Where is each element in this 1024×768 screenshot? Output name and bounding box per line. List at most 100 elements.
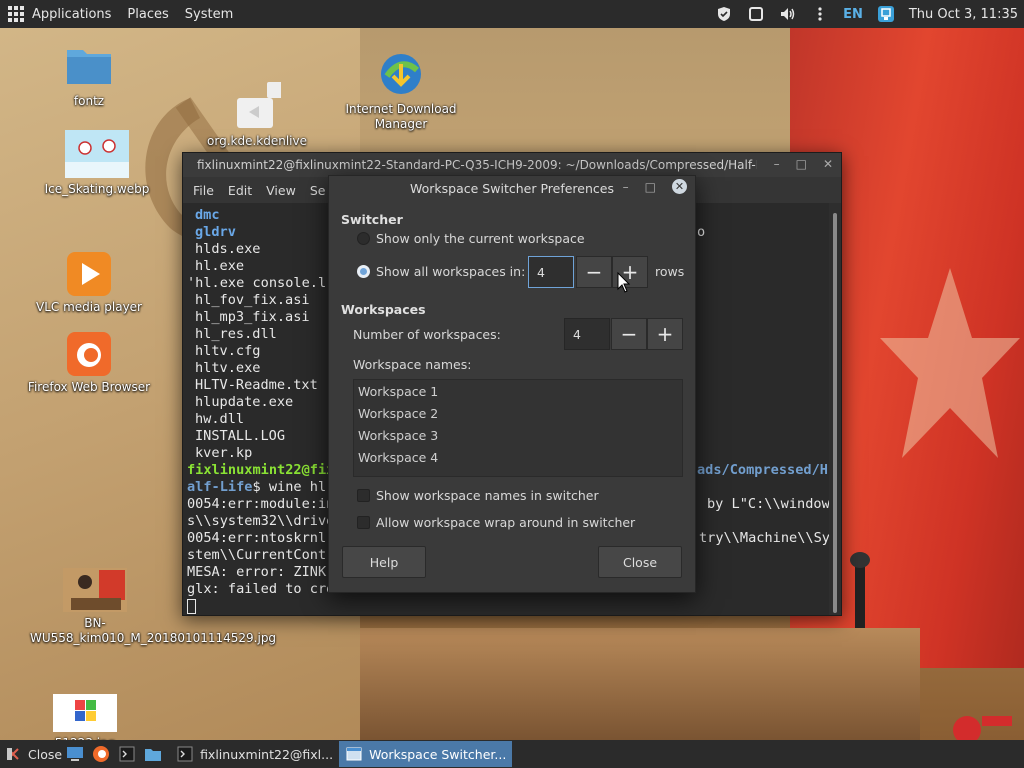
terminal-cursor-line bbox=[187, 598, 825, 615]
desktop-icon-idm[interactable]: Internet Download Manager bbox=[336, 50, 466, 132]
firefox-icon bbox=[67, 332, 111, 376]
terminal-scrollbar[interactable] bbox=[833, 213, 837, 761]
taskbar-close-label: Close bbox=[28, 746, 63, 762]
checkbox[interactable] bbox=[357, 489, 370, 502]
terminal-icon[interactable] bbox=[118, 745, 136, 763]
taskbar-window-terminal[interactable]: fixlinuxmint22@fixl... bbox=[170, 741, 339, 767]
checkbox-show-names[interactable]: Show workspace names in switcher bbox=[357, 488, 599, 503]
window-icon bbox=[345, 745, 363, 763]
folder-icon bbox=[67, 50, 111, 84]
system-menu[interactable]: System bbox=[177, 0, 241, 28]
menu-search[interactable]: Se bbox=[310, 183, 326, 198]
radio-label: Show all workspaces in: bbox=[376, 264, 526, 279]
applications-menu[interactable]: Applications bbox=[0, 0, 119, 28]
kebab-menu-icon[interactable] bbox=[811, 5, 829, 23]
maximize-icon[interactable]: □ bbox=[645, 180, 656, 194]
desktop-icon-firefox[interactable]: Firefox Web Browser bbox=[24, 332, 154, 395]
wallpaper-watermark bbox=[953, 716, 1012, 740]
scrollbar-thumb[interactable] bbox=[833, 213, 837, 613]
close-button[interactable]: Close bbox=[598, 546, 682, 578]
radio-show-all[interactable]: Show all workspaces in: bbox=[357, 264, 525, 279]
taskbar: Close fixlinuxmint22@fixl... Workspace S… bbox=[0, 740, 1024, 768]
file-icon bbox=[237, 82, 281, 128]
desktop-icon-ice-skating[interactable]: Ice_Skating.webp bbox=[32, 130, 162, 197]
terminal-window-controls: – □ ✕ bbox=[774, 157, 833, 171]
maximize-icon[interactable]: □ bbox=[796, 157, 807, 171]
image-thumbnail-icon bbox=[53, 694, 117, 732]
dialog-titlebar[interactable]: Workspace Switcher Preferences – □ ✕ bbox=[329, 176, 695, 200]
list-item[interactable]: Workspace 2 bbox=[354, 402, 682, 424]
menu-edit[interactable]: Edit bbox=[228, 183, 252, 198]
terminal-titlebar[interactable]: fixlinuxmint22@fixlinuxmint22-Standard-P… bbox=[183, 153, 841, 177]
taskbar-window-label: fixlinuxmint22@fixl... bbox=[200, 746, 334, 762]
clock[interactable]: Thu Oct 3, 11:35 bbox=[909, 7, 1018, 22]
download-manager-icon bbox=[381, 54, 421, 94]
show-desktop-button[interactable]: Close bbox=[0, 740, 66, 768]
desktop-icon[interactable] bbox=[66, 745, 84, 763]
help-button[interactable]: Help bbox=[342, 546, 426, 578]
volume-icon[interactable] bbox=[779, 5, 797, 23]
workspace-names-label: Workspace names: bbox=[353, 357, 472, 372]
desktop-icon-label: Firefox Web Browser bbox=[27, 380, 151, 394]
taskbar-window-label: Workspace Switcher... bbox=[369, 746, 507, 762]
rows-decrement-button[interactable]: − bbox=[576, 256, 612, 288]
desktop-icon-vlc[interactable]: VLC media player bbox=[24, 252, 154, 315]
taskbar-window-workspace-switcher[interactable]: Workspace Switcher... bbox=[339, 741, 513, 767]
desktop-icon-label: org.kde.kdenlive bbox=[207, 134, 307, 148]
workspaces-increment-button[interactable]: + bbox=[647, 318, 683, 350]
menu-view[interactable]: View bbox=[266, 183, 296, 198]
vlc-icon bbox=[67, 252, 111, 296]
minus-icon: − bbox=[585, 260, 603, 284]
list-item[interactable]: Workspace 3 bbox=[354, 424, 682, 446]
system-tray: EN Thu Oct 3, 11:35 bbox=[715, 0, 1024, 28]
close-icon[interactable]: ✕ bbox=[672, 179, 687, 194]
image-thumbnail-icon bbox=[65, 130, 129, 178]
dialog-title: Workspace Switcher Preferences bbox=[410, 180, 614, 196]
desktop-icon-label: Internet Download Manager bbox=[345, 102, 457, 131]
places-menu[interactable]: Places bbox=[119, 0, 176, 28]
minimize-icon[interactable]: – bbox=[774, 157, 780, 171]
checkbox-wrap-around[interactable]: Allow workspace wrap around in switcher bbox=[357, 515, 635, 530]
files-icon[interactable] bbox=[144, 745, 162, 763]
grid-icon bbox=[8, 6, 24, 22]
firefox-icon[interactable] bbox=[92, 745, 110, 763]
text-cursor bbox=[187, 598, 196, 614]
top-panel: Applications Places System EN Thu Oct 3,… bbox=[0, 0, 1024, 28]
list-item[interactable]: Workspace 4 bbox=[354, 446, 682, 468]
close-icon[interactable]: ✕ bbox=[823, 157, 833, 171]
shield-icon[interactable] bbox=[715, 5, 733, 23]
checkbox-label: Allow workspace wrap around in switcher bbox=[376, 515, 636, 530]
desktop-icon-bn-image[interactable]: BN-WU558_kim010_M_20180101114529.jpg bbox=[30, 568, 276, 646]
terminal-icon bbox=[176, 745, 194, 763]
rows-label: rows bbox=[655, 264, 685, 279]
keyboard-language[interactable]: EN bbox=[843, 7, 863, 22]
desktop-icon-label: fontz bbox=[73, 94, 105, 108]
workspaces-heading: Workspaces bbox=[341, 302, 426, 317]
workspace-names-list[interactable]: Workspace 1 Workspace 2 Workspace 3 Work… bbox=[353, 379, 683, 477]
minus-icon: − bbox=[620, 322, 638, 346]
workspaces-decrement-button[interactable]: − bbox=[611, 318, 647, 350]
minimize-icon[interactable]: – bbox=[623, 180, 629, 194]
menu-file[interactable]: File bbox=[193, 183, 214, 198]
workspace-icon[interactable] bbox=[747, 5, 765, 23]
workspaces-count-input[interactable]: 4 bbox=[564, 318, 610, 350]
number-of-workspaces-label: Number of workspaces: bbox=[353, 327, 501, 342]
radio-show-current[interactable]: Show only the current workspace bbox=[357, 231, 585, 246]
desktop-icon-kdenlive[interactable]: org.kde.kdenlive bbox=[192, 82, 322, 149]
applications-label: Applications bbox=[32, 6, 112, 22]
dialog-window-controls: – □ ✕ bbox=[623, 179, 687, 194]
wallpaper-flag-star bbox=[880, 268, 1020, 458]
mouse-pointer-icon bbox=[617, 272, 631, 293]
checkbox[interactable] bbox=[357, 516, 370, 529]
terminal-title: fixlinuxmint22@fixlinuxmint22-Standard-P… bbox=[197, 158, 757, 172]
list-item[interactable]: Workspace 1 bbox=[354, 380, 682, 402]
radio-button[interactable] bbox=[357, 232, 370, 245]
workspace-switcher-preferences-dialog[interactable]: Workspace Switcher Preferences – □ ✕ Swi… bbox=[328, 175, 696, 593]
desktop-icon-label: VLC media player bbox=[35, 300, 142, 314]
desktop-icon-label: Ice_Skating.webp bbox=[44, 182, 150, 196]
radio-button-selected[interactable] bbox=[357, 265, 370, 278]
rows-input[interactable]: 4 bbox=[528, 256, 574, 288]
radio-label: Show only the current workspace bbox=[376, 231, 585, 246]
network-icon[interactable] bbox=[877, 5, 895, 23]
desktop-icon-fontz[interactable]: fontz bbox=[24, 42, 154, 109]
